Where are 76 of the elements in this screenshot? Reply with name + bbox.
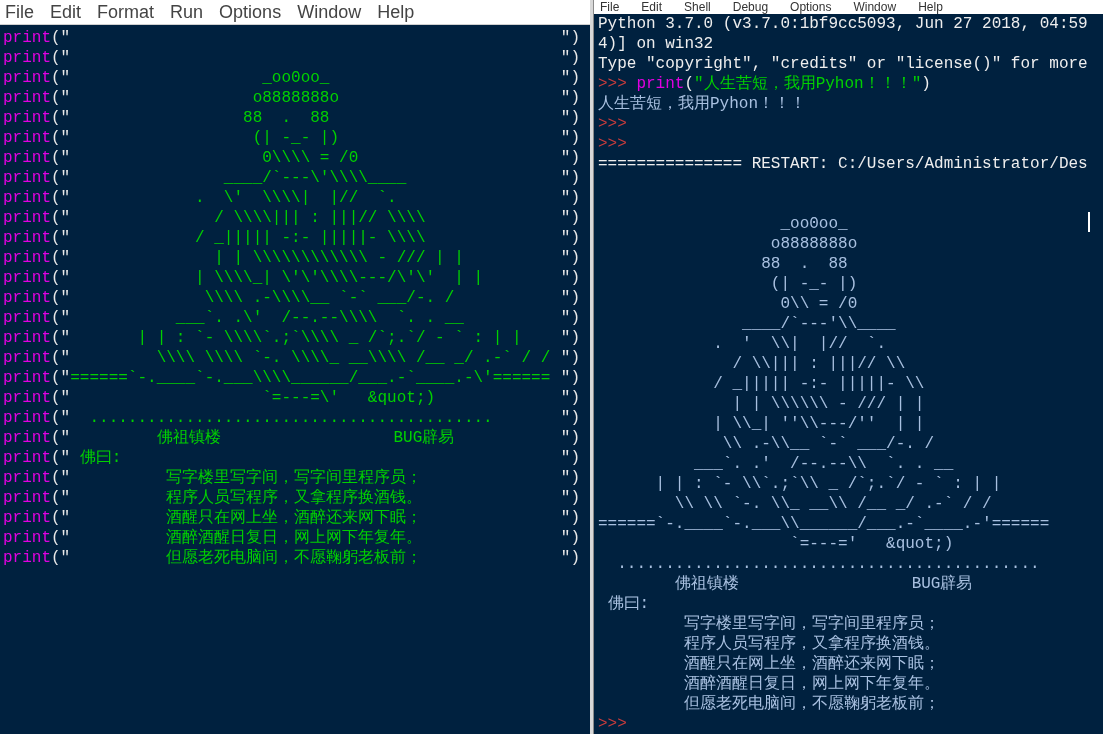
code-line: print(" | | \\\\\\\\\\\\ - /// | | ") <box>3 248 580 268</box>
shell-line: | | : `- \\`.;`\\ _ /`;.`/ - ` : | | <box>654 474 1002 494</box>
shell-line: >>> print("人生苦短，我用Pyhon！！！") <box>598 74 931 94</box>
code-line: print(" 88 . 88 ") <box>3 108 580 128</box>
shell-line: 酒醒只在网上坐，酒醉还来网下眠； <box>683 654 941 674</box>
shell-line: ............................................ <box>616 554 1040 574</box>
code-line: print(" _oo0oo_ ") <box>3 68 580 88</box>
shell-line: _oo0oo_ <box>779 214 848 234</box>
shell-line: Python 3.7.0 (v3.7.0:1bf9cc5093, Jun 27 2018, 04:59 <box>598 14 1088 34</box>
code-line: print(" 0\\\\ = /0 ") <box>3 148 580 168</box>
menu-item[interactable]: Format <box>97 1 155 23</box>
shell-line: =============== RESTART: C:/Users/Administrator/Des <box>598 154 1088 174</box>
code-line: print(" | | : `- \\\\`.;`\\\\ _ /`;.`/ - ` : | | ") <box>3 328 580 348</box>
shell-line: 佛祖镇楼 BUG辟易 <box>673 574 973 594</box>
code-line: print(" / \\\\||| : |||// \\\\ ") <box>3 208 580 228</box>
menu-item[interactable]: Help <box>918 0 943 14</box>
menu-item[interactable]: Options <box>219 1 282 23</box>
shell-line: . ' \\| |// `. <box>712 334 887 354</box>
shell-line: 88 . 88 <box>760 254 848 274</box>
shell-line: \\ .-\\__ `-` ___/-. / <box>721 434 935 454</box>
code-line: print(" 酒醒只在网上坐，酒醉还来网下眠； ") <box>3 508 580 528</box>
text-cursor <box>1088 212 1090 232</box>
code-line: print(" \\\\ \\\\ `-. \\\\_ __\\\\ /__ _/ .-` / / ") <box>3 348 580 368</box>
code-line: print("======`-.____`-.___\\\\______/___.-`____.-\'====== ") <box>3 368 580 388</box>
menu-item[interactable]: Run <box>170 1 204 23</box>
shell-line: 0\\ = /0 <box>779 294 858 314</box>
shell-line: (| -_- |) <box>769 274 858 294</box>
shell-line: 程序人员写程序，又拿程序换酒钱。 <box>683 634 941 654</box>
code-line: print(" 佛祖镇楼 BUG辟易 ") <box>3 428 580 448</box>
code-line: print(" .......................................... ") <box>3 408 580 428</box>
prompt: >>> <box>598 714 627 734</box>
code-line: print(" 但愿老死电脑间，不愿鞠躬老板前； ") <box>3 548 580 568</box>
prompt: >>> <box>598 114 627 134</box>
code-line: print(" ") <box>3 28 580 48</box>
code-line: print(" `=---=\' &quot;) ") <box>3 388 580 408</box>
shell-line: ======`-.____`-.___\\______/___.-`____.-'====== <box>598 514 1050 534</box>
shell-line: / _||||| -:- |||||- \\ <box>712 374 925 394</box>
menu-item[interactable]: Edit <box>641 0 663 14</box>
shell-line: `=---=' &quot;) <box>789 534 954 554</box>
code-line: print(" 佛曰: ") <box>3 448 580 468</box>
shell-line: 但愿老死电脑间，不愿鞠躬老板前； <box>683 694 941 714</box>
menu-item[interactable]: Options <box>790 0 832 14</box>
code-line: print(" ") <box>3 48 580 68</box>
shell-line: 酒醉酒醒日复日，网上网下年复年。 <box>683 674 941 694</box>
menu-item[interactable]: Edit <box>50 1 82 23</box>
shell-line: / \\||| : |||// \\ <box>731 354 906 374</box>
code-line: print(" o8888888o ") <box>3 88 580 108</box>
prompt: >>> <box>598 134 627 154</box>
menu-item[interactable]: Help <box>377 1 415 23</box>
code-line: print(" (| -_- |) ") <box>3 128 580 148</box>
shell-line: Type "copyright", "credits" or "license()" for more <box>598 54 1088 74</box>
code-line: print(" 酒醉酒醒日复日，网上网下年复年。 ") <box>3 528 580 548</box>
code-line: print(" \\\\ .-\\\\__ `-` ___/-. / ") <box>3 288 580 308</box>
menu-item[interactable]: File <box>600 0 620 14</box>
shell-line: \\ \\ `-. \\_ __\\ /__ _/ .-` / / <box>673 494 992 514</box>
menu-item[interactable]: Window <box>297 1 362 23</box>
shell-line: 佛曰: <box>606 594 650 614</box>
shell-line: 人生苦短，我用Pyhon！！！ <box>598 94 806 114</box>
menu-item[interactable]: Debug <box>732 0 769 14</box>
menu-item[interactable]: Window <box>853 0 897 14</box>
code-line: print(" 程序人员写程序，又拿程序换酒钱。 ") <box>3 488 580 508</box>
code-line: print(" / _||||| -:- |||||- \\\\ ") <box>3 228 580 248</box>
menu-item[interactable]: File <box>5 1 34 23</box>
code-line: print(" ___`. .\' /--.--\\\\ `. . __ ") <box>3 308 580 328</box>
code-line: print(" . \' \\\\| |// `. ") <box>3 188 580 208</box>
shell-line: o8888888o <box>769 234 858 254</box>
code-line: print(" 写字楼里写字间，写字间里程序员； ") <box>3 468 580 488</box>
code-line: print(" ____/`---\'\\\\____ ") <box>3 168 580 188</box>
shell-line: 4)] on win32 <box>598 34 714 54</box>
shell-line: | | \\\\\\ - /// | | <box>731 394 925 414</box>
code-line: print(" | \\\\_| \'\'\\\\---/\'\' | | ") <box>3 268 580 288</box>
shell-line: ___`. .' /--.--\\ `. . __ <box>693 454 954 474</box>
shell-line: 写字楼里写字间，写字间里程序员； <box>683 614 941 634</box>
shell-line: | \\_| ''\\---/'' | | <box>712 414 925 434</box>
menu-item[interactable]: Shell <box>684 0 711 14</box>
shell-line: ____/`---'\\____ <box>741 314 896 334</box>
